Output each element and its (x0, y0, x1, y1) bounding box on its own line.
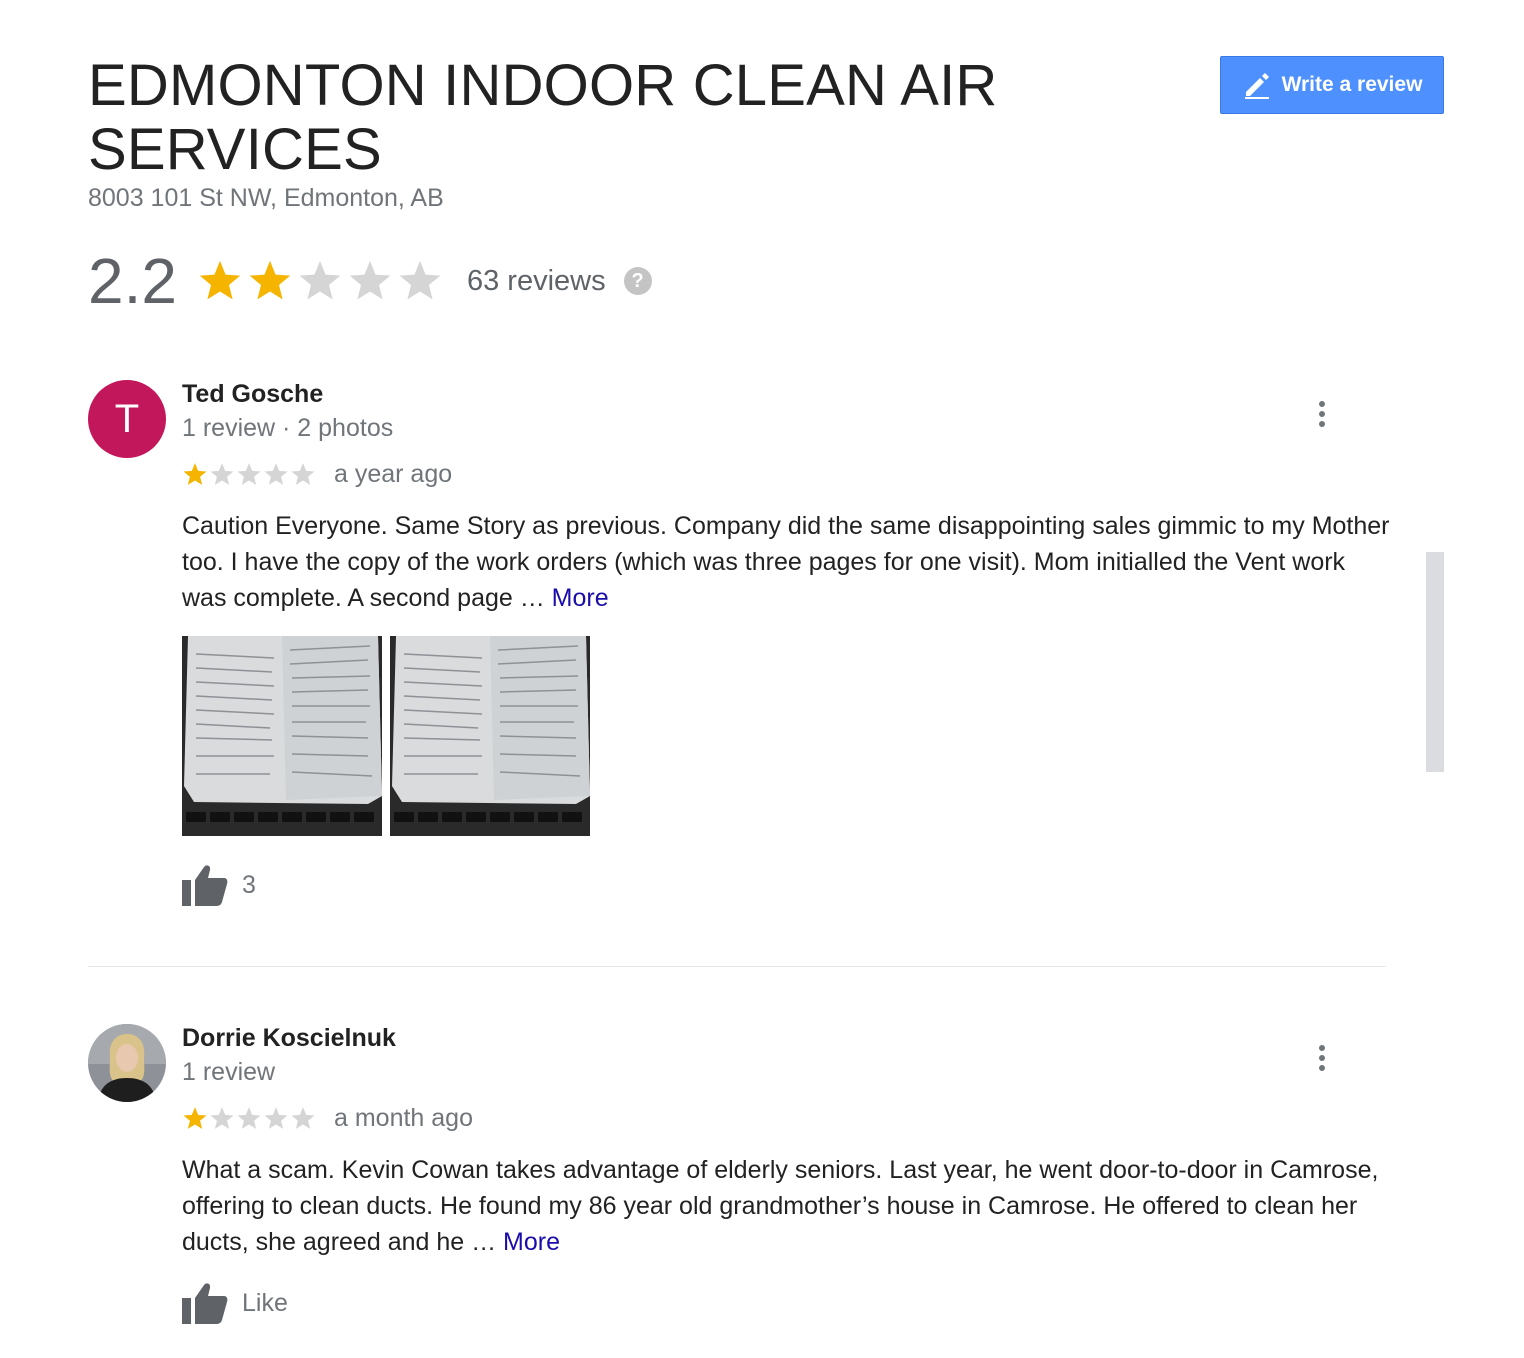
star-icon (199, 260, 241, 300)
review-rating: a month ago (182, 1104, 473, 1133)
star-icon (237, 1107, 261, 1129)
star-icon (183, 1107, 207, 1129)
review-stars (182, 462, 316, 487)
review-card: Dorrie Koscielnuk 1 review a month ago W… (88, 1024, 1388, 1344)
reviewer-name[interactable]: Dorrie Koscielnuk (182, 1024, 396, 1053)
review-card: T Ted Gosche 1 review · 2 photos a year … (88, 380, 1390, 920)
average-stars (197, 259, 443, 303)
review-text: What a scam. Kevin Cowan takes advantage… (182, 1152, 1392, 1260)
business-title: EDMONTON INDOOR CLEAN AIR SERVICES (88, 53, 998, 182)
review-time: a month ago (334, 1104, 473, 1132)
star-icon (210, 463, 234, 485)
review-rating: a year ago (182, 460, 452, 489)
like-button[interactable]: 3 (182, 864, 256, 906)
star-icon (249, 260, 291, 300)
more-options-icon[interactable] (1306, 1038, 1338, 1078)
avatar[interactable]: T (88, 380, 166, 458)
star-icon (349, 260, 391, 300)
review-text-body: What a scam. Kevin Cowan takes advantage… (182, 1156, 1379, 1256)
thumbs-up-icon (182, 865, 228, 906)
review-photo[interactable] (390, 636, 590, 836)
write-review-button[interactable]: Write a review (1220, 56, 1444, 114)
business-address: 8003 101 St NW, Edmonton, AB (88, 184, 444, 212)
review-time: a year ago (334, 460, 453, 488)
review-divider (88, 966, 1386, 967)
star-icon (210, 1107, 234, 1129)
pencil-icon (1244, 73, 1269, 99)
like-count: 3 (242, 870, 256, 899)
reviews-count-link[interactable]: 63 reviews (467, 265, 606, 298)
question-icon[interactable]: ? (623, 267, 652, 295)
reviewer-name[interactable]: Ted Gosche (182, 380, 323, 409)
write-review-label: Write a review (1281, 73, 1423, 96)
review-photos (182, 636, 590, 836)
more-link[interactable]: More (552, 584, 609, 612)
star-icon (183, 463, 207, 485)
star-icon (399, 260, 441, 300)
review-text: Caution Everyone. Same Story as previous… (182, 508, 1392, 616)
review-text-body: Caution Everyone. Same Story as previous… (182, 512, 1390, 612)
star-icon (291, 463, 315, 485)
review-photo[interactable] (182, 636, 382, 836)
star-icon (264, 463, 288, 485)
average-rating: 2.2 (88, 245, 177, 317)
star-icon (264, 1107, 288, 1129)
scrollbar-thumb[interactable] (1426, 552, 1444, 772)
star-icon (237, 463, 261, 485)
rating-summary: 2.2 63 reviews ? (88, 246, 652, 316)
thumbs-up-icon (182, 1283, 228, 1324)
more-options-icon[interactable] (1306, 394, 1338, 434)
star-icon (291, 1107, 315, 1129)
more-link[interactable]: More (503, 1228, 560, 1256)
like-label: Like (242, 1288, 288, 1317)
avatar[interactable] (88, 1024, 166, 1102)
reviewer-meta: 1 review · 2 photos (182, 414, 394, 442)
reviewer-meta: 1 review (182, 1058, 276, 1086)
star-icon (299, 260, 341, 300)
review-stars (182, 1106, 316, 1131)
like-button[interactable]: Like (182, 1282, 288, 1324)
